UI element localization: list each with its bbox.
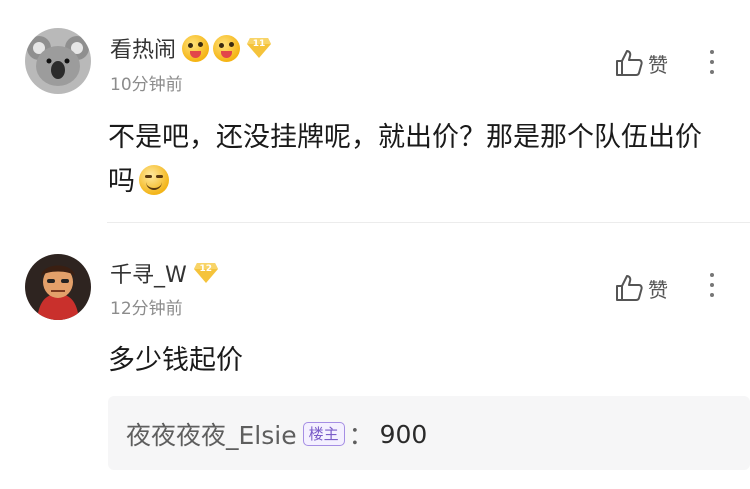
reply-text: 900 bbox=[379, 419, 428, 449]
level-number: 12 bbox=[199, 264, 213, 274]
like-label: 赞 bbox=[648, 277, 668, 302]
reply-preview[interactable]: 夜夜夜夜_Elsie 楼主 ： 900 bbox=[108, 396, 750, 470]
level-number: 11 bbox=[252, 39, 266, 49]
tongue-wink-emoji-icon bbox=[182, 34, 210, 62]
thumbs-up-icon bbox=[616, 275, 643, 301]
comment-text-content: 不是吧，还没挂牌呢，就出价？那是那个队伍出价吗 bbox=[108, 122, 702, 197]
more-options-icon[interactable] bbox=[709, 50, 715, 80]
like-button[interactable]: 赞 bbox=[614, 48, 668, 78]
more-options-icon[interactable] bbox=[709, 273, 715, 303]
username[interactable]: 看热闹 bbox=[110, 32, 176, 64]
comment-text: 不是吧，还没挂牌呢，就出价？那是那个队伍出价吗 bbox=[108, 116, 728, 204]
comment-text: 多少钱起价 bbox=[108, 345, 243, 376]
reply-author[interactable]: 夜夜夜夜_Elsie bbox=[126, 416, 297, 452]
cartoon-character-avatar-image bbox=[25, 254, 91, 320]
avatar[interactable] bbox=[25, 28, 91, 94]
koala-avatar-image bbox=[25, 28, 91, 94]
level-badge-icon: 11 bbox=[246, 37, 272, 59]
level-badge-icon: 12 bbox=[193, 262, 219, 284]
timestamp: 12分钟前 bbox=[110, 299, 183, 319]
reply-row: 夜夜夜夜_Elsie 楼主 ： 900 bbox=[126, 416, 427, 452]
timestamp: 10分钟前 bbox=[110, 75, 183, 95]
username-row: 看热闹 11 bbox=[110, 32, 272, 64]
avatar[interactable] bbox=[25, 254, 91, 320]
thumbs-up-icon bbox=[616, 50, 643, 76]
grin-emoji-icon bbox=[139, 165, 169, 195]
username-row: 千寻_W 12 bbox=[110, 257, 219, 289]
reply-separator: ： bbox=[348, 421, 374, 450]
op-badge: 楼主 bbox=[302, 422, 345, 446]
comment-item: 看热闹 11 10分钟前 赞 不是吧，还没挂牌呢，就出价？那是那个队伍出价吗 bbox=[0, 0, 750, 223]
tongue-wink-emoji-icon bbox=[213, 34, 241, 62]
username[interactable]: 千寻_W bbox=[110, 257, 187, 289]
like-button[interactable]: 赞 bbox=[614, 273, 668, 303]
like-label: 赞 bbox=[648, 52, 668, 77]
